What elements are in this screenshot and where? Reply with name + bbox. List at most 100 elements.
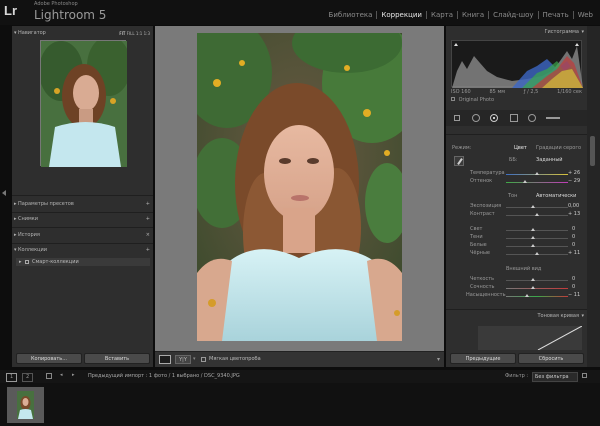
histogram[interactable] <box>451 40 583 88</box>
tone-curve-graph[interactable] <box>478 326 582 350</box>
red-eye-icon[interactable] <box>490 114 498 122</box>
exposure-value[interactable]: 0,00 <box>568 203 579 209</box>
module-develop[interactable]: Коррекции <box>376 11 426 19</box>
forward-arrow-icon[interactable]: ▸ <box>72 372 75 378</box>
section-collections-title: Коллекции <box>18 247 47 253</box>
whites-value[interactable]: 0 <box>572 242 575 248</box>
shadows-knob[interactable] <box>531 236 535 239</box>
module-slideshow[interactable]: Слайд-шоу <box>488 11 537 19</box>
page-2-button[interactable]: 2 <box>22 373 34 382</box>
section-collections[interactable]: ▾ Коллекции + <box>12 245 153 256</box>
exif-iso: ISO 160 <box>451 89 471 95</box>
zoom-fit[interactable]: FIT <box>119 31 125 36</box>
blacks-value[interactable]: + 11 <box>568 250 580 256</box>
filmstrip-thumbnail[interactable] <box>7 387 44 423</box>
shadow-clip-icon[interactable] <box>454 43 458 46</box>
dropdown-arrow-icon[interactable]: ▾ <box>193 356 196 362</box>
clarity-value[interactable]: 0 <box>572 276 575 282</box>
treatment-bw[interactable]: Градации серого <box>536 145 581 151</box>
soft-proof-checkbox[interactable] <box>201 357 206 362</box>
tint-value[interactable]: − 29 <box>568 178 580 184</box>
shadows-slider[interactable] <box>506 238 568 239</box>
back-arrow-icon[interactable]: ◂ <box>60 372 63 378</box>
highlights-knob[interactable] <box>531 228 535 231</box>
vibrance-slider[interactable] <box>506 288 568 289</box>
right-panel-scrollbar[interactable] <box>587 26 600 367</box>
section-presets[interactable]: ▸ Параметры пресетов + <box>12 199 153 210</box>
crop-tool-icon[interactable] <box>454 115 460 121</box>
radial-filter-icon[interactable] <box>528 114 536 122</box>
exposure-slider[interactable] <box>506 207 568 208</box>
add-collection-icon[interactable]: + <box>146 245 150 256</box>
saturation-knob[interactable] <box>525 294 529 297</box>
blacks-knob[interactable] <box>535 252 539 255</box>
contrast-value[interactable]: + 13 <box>568 211 580 217</box>
copy-button[interactable]: Копировать... <box>16 353 82 364</box>
module-map[interactable]: Карта <box>425 11 457 19</box>
histogram-header[interactable]: Гистограмма ▾ <box>446 27 587 38</box>
vibrance-knob[interactable] <box>531 286 535 289</box>
previous-button[interactable]: Предыдущие <box>450 353 516 364</box>
module-print[interactable]: Печать <box>537 11 573 19</box>
before-after-icon[interactable]: Y|Y <box>175 355 191 364</box>
add-preset-icon[interactable]: + <box>146 199 150 210</box>
smart-collection-item[interactable]: ▸ Смарт-коллекции <box>16 258 150 266</box>
navigator-header[interactable]: ▾ Навигатор FIT FILL 1:1 1:3 <box>12 28 153 39</box>
graduated-filter-icon[interactable] <box>510 114 518 122</box>
main-photo[interactable] <box>197 33 402 341</box>
highlights-slider[interactable] <box>506 230 568 231</box>
tint-slider[interactable] <box>506 182 568 183</box>
exposure-knob[interactable] <box>531 205 535 208</box>
loupe-view-icon[interactable] <box>159 355 171 364</box>
navigator-title: Навигатор <box>18 30 46 36</box>
checkbox-icon[interactable] <box>451 97 455 101</box>
whites-slider[interactable] <box>506 246 568 247</box>
filter-select[interactable]: Без фильтра <box>532 372 578 382</box>
tool-strip <box>446 110 587 126</box>
adjustment-brush-icon[interactable] <box>546 117 560 119</box>
whites-knob[interactable] <box>531 244 535 247</box>
filmstrip-path[interactable]: Предыдущий импорт : 1 фото / 1 выбрано /… <box>88 373 240 379</box>
highlight-clip-icon[interactable] <box>575 43 579 46</box>
vibrance-value[interactable]: 0 <box>572 284 575 290</box>
filter-lock-icon[interactable] <box>582 373 587 378</box>
clear-history-icon[interactable]: × <box>146 230 150 241</box>
eyedropper-icon[interactable] <box>454 156 464 166</box>
section-history[interactable]: ▸ История × <box>12 230 153 241</box>
tint-knob[interactable] <box>523 180 527 183</box>
clarity-slider[interactable] <box>506 280 568 281</box>
module-library[interactable]: Библиотека <box>325 11 377 19</box>
temp-knob[interactable] <box>535 172 539 175</box>
smart-collection-label: Смарт-коллекции <box>32 259 79 265</box>
module-web[interactable]: Web <box>572 11 597 19</box>
add-snapshot-icon[interactable]: + <box>146 214 150 225</box>
section-snapshots[interactable]: ▸ Снимки + <box>12 214 153 225</box>
navigator-preview[interactable] <box>39 36 131 167</box>
adobe-label: Adobe Photoshop <box>34 1 78 7</box>
spot-removal-icon[interactable] <box>472 114 480 122</box>
tone-curve-header[interactable]: Тоновая кривая ▾ <box>446 311 587 322</box>
treatment-color[interactable]: Цвет <box>514 145 527 151</box>
toolbar-menu-icon[interactable]: ▾ <box>437 356 440 363</box>
navigator-zoom[interactable]: FIT FILL 1:1 1:3 <box>119 28 150 39</box>
reset-button[interactable]: Сбросить <box>518 353 584 364</box>
shadows-value[interactable]: 0 <box>572 234 575 240</box>
zoom-fill[interactable]: FILL <box>127 31 135 36</box>
zoom-1-1[interactable]: 1:1 <box>136 31 142 36</box>
temp-value[interactable]: + 26 <box>568 170 580 176</box>
zoom-1-3[interactable]: 1:3 <box>144 31 150 36</box>
wb-select[interactable]: Заданный <box>536 157 563 163</box>
saturation-value[interactable]: − 11 <box>568 292 580 298</box>
scrollbar-thumb[interactable] <box>590 136 595 166</box>
module-book[interactable]: Книга <box>457 11 488 19</box>
saturation-slider[interactable] <box>506 296 568 297</box>
tone-auto-button[interactable]: Автоматически <box>536 193 576 199</box>
highlights-value[interactable]: 0 <box>572 226 575 232</box>
grid-view-icon[interactable] <box>46 373 52 379</box>
clarity-knob[interactable] <box>531 278 535 281</box>
page-1-button[interactable]: 1 <box>6 373 18 382</box>
paste-button[interactable]: Вставить <box>84 353 150 364</box>
contrast-knob[interactable] <box>535 213 539 216</box>
portrait-image <box>197 33 402 341</box>
left-panel-collapse-icon[interactable] <box>2 190 6 196</box>
